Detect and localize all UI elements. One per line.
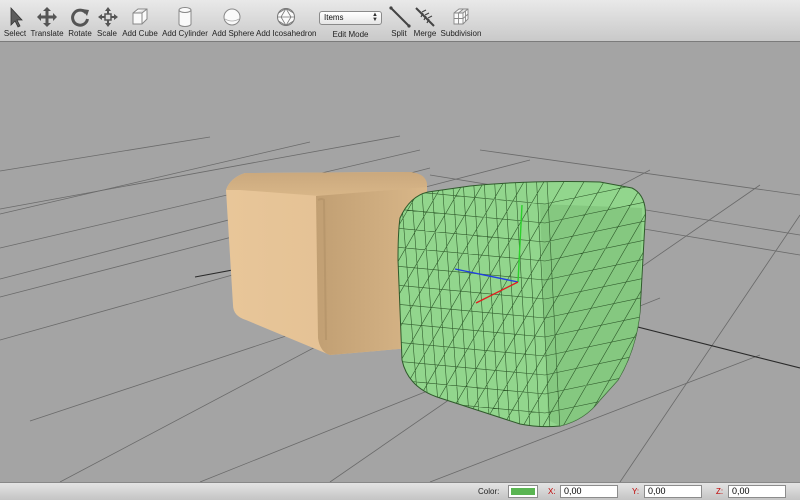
sphere-icon [223, 8, 241, 26]
split-icon [389, 6, 411, 28]
color-swatch-fill [511, 488, 535, 495]
split-label: Split [391, 29, 407, 38]
select-arrow-icon [10, 6, 23, 28]
z-coordinate-field[interactable]: 0,00 [728, 485, 786, 498]
edit-mode-label: Edit Mode [332, 30, 369, 39]
translate-tool-button[interactable]: Translate [30, 0, 64, 42]
select-tool-button[interactable]: Select [2, 0, 28, 42]
subdivision-icon [453, 8, 469, 25]
y-coordinate-field[interactable]: 0,00 [644, 485, 702, 498]
color-swatch[interactable] [508, 485, 538, 498]
y-label: Y: [632, 487, 640, 496]
merge-button[interactable]: Merge [412, 0, 438, 42]
3d-viewport[interactable] [0, 42, 800, 482]
cylinder-icon [178, 7, 192, 27]
split-button[interactable]: Split [388, 0, 411, 42]
add-sphere-label: Add Sphere [212, 29, 255, 38]
add-cylinder-button[interactable]: Add Cylinder [162, 0, 208, 42]
color-label: Color: [478, 487, 500, 496]
subdivision-button[interactable]: Subdivision [440, 0, 482, 42]
add-cube-button[interactable]: Add Cube [122, 0, 158, 42]
toolbar: Select Translate Rotate Scale Add Cube A… [0, 0, 800, 42]
scene [0, 135, 800, 482]
x-coordinate-field[interactable]: 0,00 [560, 485, 618, 498]
rotate-tool-label: Rotate [68, 29, 92, 38]
add-icosahedron-label: Add Icosahedron [256, 29, 317, 38]
merge-icon [415, 7, 435, 27]
edit-mode-select[interactable]: Items ▲ ▼ [319, 11, 382, 25]
subdivision-label: Subdivision [440, 29, 482, 38]
translate-arrows-icon [37, 7, 57, 27]
cube-icon [132, 8, 148, 25]
scale-tool-button[interactable]: Scale [96, 0, 118, 42]
merge-label: Merge [413, 29, 437, 38]
rotate-icon [71, 8, 89, 27]
status-bar: Color: X: 0,00 Y: 0,00 Z: 0,00 [0, 482, 800, 500]
rotate-tool-button[interactable]: Rotate [66, 0, 94, 42]
scale-tool-label: Scale [96, 29, 117, 38]
translate-tool-label: Translate [30, 29, 64, 38]
add-cylinder-label: Add Cylinder [162, 29, 208, 38]
add-icosahedron-button[interactable]: Add Icosahedron [256, 0, 317, 42]
edit-mode-value: Items [324, 13, 344, 22]
select-stepper-icon: ▲ ▼ [372, 12, 378, 23]
select-tool-label: Select [3, 29, 27, 38]
z-label: Z: [716, 487, 724, 496]
add-sphere-button[interactable]: Add Sphere [212, 0, 255, 42]
scale-icon [98, 7, 118, 27]
x-label: X: [548, 487, 556, 496]
icosahedron-icon [277, 7, 295, 27]
add-cube-label: Add Cube [122, 29, 158, 38]
